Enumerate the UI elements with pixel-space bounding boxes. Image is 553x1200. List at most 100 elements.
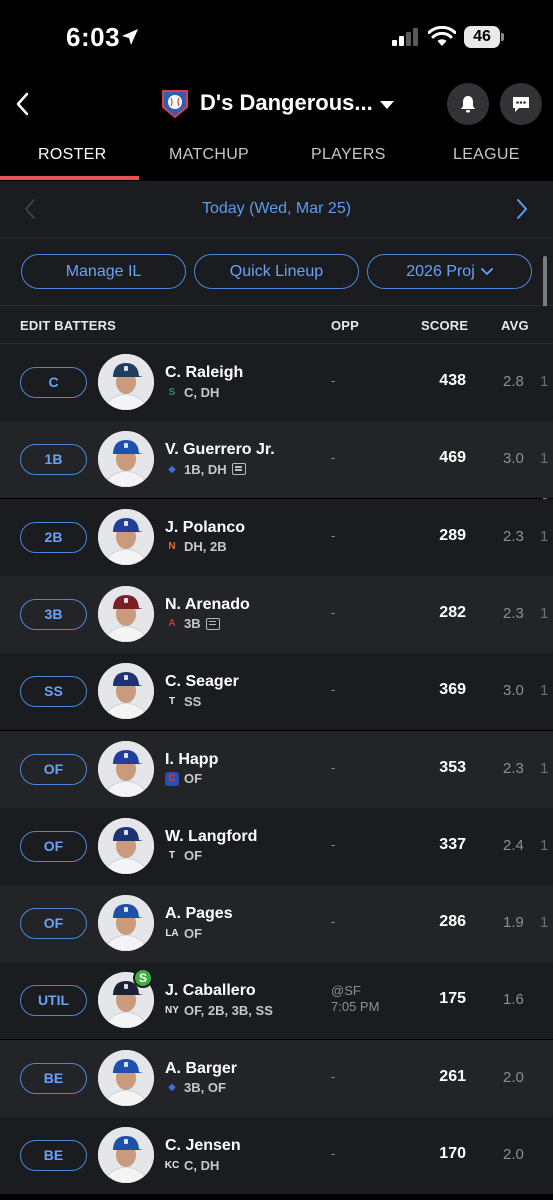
player-positions: SS [184,693,202,709]
player-avg: 2.3 [503,604,524,622]
quick-lineup-button[interactable]: Quick Lineup [194,254,359,289]
rangers-icon: T [168,850,176,862]
slot-button[interactable]: SS [20,676,87,708]
slot-button[interactable]: BE [20,1062,87,1094]
player-avatar[interactable] [98,1049,154,1106]
roster-column-header: EDIT BATTERS OPP SCORE AVG [0,306,553,344]
opponent-team: @SF [331,983,361,999]
player-row[interactable]: SS C. Seager T SS - 369 3.0 1 [0,653,553,731]
player-row[interactable]: C C. Raleigh S C, DH - 438 2.8 1 [0,344,553,421]
slot-button[interactable]: C [20,367,87,398]
player-avg: 2.3 [503,527,524,545]
manage-il-button[interactable]: Manage IL [21,254,186,289]
slot-button[interactable]: 1B [20,444,87,476]
player-avatar[interactable] [98,354,154,410]
team-dropdown-caret-icon[interactable] [379,98,395,112]
chat-button[interactable] [500,83,542,125]
bluejays-icon: ◆ [168,1082,176,1094]
notifications-button[interactable] [447,83,489,125]
player-name[interactable]: J. Caballero [165,982,256,1000]
chat-bubble-icon [513,97,529,112]
current-date[interactable]: Today (Wed, Mar 25) [0,200,553,218]
tab-league[interactable]: LEAGUE [453,146,520,164]
player-meta: C OF [165,771,202,787]
chevron-down-icon [480,267,493,275]
player-avatar[interactable] [98,740,154,797]
slot-button[interactable]: OF [20,753,87,785]
team-logo-icon[interactable] [161,89,189,119]
player-positions: OF, 2B, 3B, SS [184,1002,273,1018]
player-name[interactable]: N. Arenado [165,596,250,614]
player-name[interactable]: A. Barger [165,1060,237,1078]
player-name[interactable]: V. Guerrero Jr. [165,441,275,459]
player-avatar[interactable] [98,663,154,720]
slot-button[interactable]: BE [20,1140,87,1171]
slot-button[interactable]: OF [20,830,87,862]
player-row[interactable]: UTIL S J. Caballero NY OF, 2B, 3B, SS @SF 7:05… [0,962,553,1040]
slot-button[interactable]: UTIL [20,985,87,1017]
player-name[interactable]: J. Polanco [165,519,245,537]
back-chevron-icon[interactable] [12,91,34,117]
projection-dropdown[interactable]: 2026 Proj [367,254,532,289]
team-name[interactable]: D's Dangerous... [200,90,373,116]
clipped-column-value: 1 [540,604,549,622]
slot-button[interactable]: 3B [20,598,87,630]
player-row[interactable]: BE A. Barger ◆ 3B, OF - 261 2.0 [0,1039,553,1117]
game-time: 7:05 PM [331,999,380,1015]
player-row[interactable]: OF I. Happ C OF - 353 2.3 1 [0,730,553,808]
player-meta: A 3B [165,616,220,632]
wifi-icon [428,26,456,46]
player-name[interactable]: W. Langford [165,828,257,846]
player-score: 369 [439,681,466,699]
player-positions: OF [184,848,203,864]
next-day-chevron-icon[interactable] [514,198,530,220]
action-pill-bar: Manage IL Quick Lineup 2026 Proj [0,238,553,306]
news-icon[interactable] [205,617,220,630]
score-header[interactable]: SCORE [421,318,468,333]
player-avg: 2.0 [503,1068,524,1086]
player-avatar[interactable] [98,817,154,874]
edit-batters-header[interactable]: EDIT BATTERS [20,318,116,333]
player-avatar[interactable] [98,895,154,952]
rangers-icon: T [168,695,176,707]
player-positions: 3B, OF [184,1080,226,1096]
news-icon[interactable] [231,463,246,476]
player-score: 261 [439,1067,466,1085]
player-row[interactable]: 3B N. Arenado A 3B - 282 2.3 1 [0,575,553,653]
player-name[interactable]: C. Seager [165,673,239,691]
player-score: 170 [439,1145,466,1162]
tab-players[interactable]: PLAYERS [311,146,386,164]
clipped-column-value: 1 [540,759,549,777]
player-score: 469 [439,449,466,467]
player-name[interactable]: A. Pages [165,905,233,923]
player-name[interactable]: C. Raleigh [165,364,243,382]
opponent: - [331,836,336,852]
yankees-icon: NY [165,1004,179,1016]
player-avatar[interactable] [98,508,154,565]
player-name[interactable]: C. Jensen [165,1137,241,1155]
player-positions: C, DH [184,384,220,400]
player-meta: KC C, DH [165,1157,220,1173]
player-avatar[interactable] [98,431,154,488]
player-positions: 3B [184,616,201,632]
player-row[interactable]: 2B J. Polanco N DH, 2B - 289 2.3 1 [0,498,553,576]
player-avatar[interactable] [98,1127,154,1183]
player-row[interactable]: OF W. Langford T OF - 337 2.4 1 [0,807,553,885]
location-arrow-icon [122,29,138,45]
tab-roster[interactable]: ROSTER [38,146,106,164]
player-avatar[interactable] [98,585,154,642]
slot-button[interactable]: OF [20,908,87,940]
player-row[interactable]: 1B V. Guerrero Jr. ◆ 1B, DH - 469 3.0 1 [0,421,553,499]
avg-header[interactable]: AVG [501,318,529,333]
slot-button[interactable]: 2B [20,521,87,553]
player-row[interactable]: BE C. Jensen KC C, DH - 170 2.0 [0,1117,553,1194]
clipped-column-value: 1 [540,914,549,932]
battery-icon: 46 [464,26,504,48]
tab-matchup[interactable]: MATCHUP [169,146,249,164]
player-meta: NY OF, 2B, 3B, SS [165,1002,273,1018]
player-row[interactable]: OF A. Pages LA OF - 286 1.9 1 [0,885,553,963]
date-navigator: Today (Wed, Mar 25) [0,181,553,238]
player-name[interactable]: I. Happ [165,751,218,769]
app-header: D's Dangerous... [0,75,553,135]
clipped-column-value: 1 [540,682,549,700]
